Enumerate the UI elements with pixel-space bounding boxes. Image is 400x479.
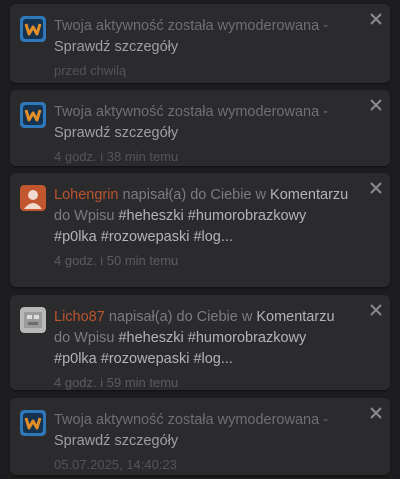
comment-link[interactable]: Komentarzu xyxy=(270,187,348,203)
close-icon[interactable] xyxy=(369,12,383,26)
notification-text: Licho87 napisał(a) do Ciebie w Komentarz… xyxy=(54,307,350,370)
notification-card[interactable]: Twoja aktywność została wymoderowana - S… xyxy=(10,398,390,475)
notification-time: 4 godz. i 38 min temu xyxy=(54,149,179,164)
username-link[interactable]: Lohengrin xyxy=(54,187,119,203)
notification-card[interactable]: Lohengrin napisał(a) do Ciebie w Komenta… xyxy=(10,173,390,287)
mention-text: napisał(a) do Ciebie w xyxy=(104,309,257,325)
notification-text: Twoja aktywność została wymoderowana - S… xyxy=(54,102,350,144)
moderation-message: Twoja aktywność została wymoderowana - xyxy=(54,412,329,428)
notification-text: Lohengrin napisał(a) do Ciebie w Komenta… xyxy=(54,185,350,248)
wykop-logo-icon xyxy=(20,410,46,436)
notification-text: Twoja aktywność została wymoderowana - S… xyxy=(54,16,350,58)
comment-link[interactable]: Komentarzu xyxy=(256,309,334,325)
wykop-logo-icon xyxy=(20,16,46,42)
wykop-logo-icon xyxy=(20,102,46,128)
details-link[interactable]: Sprawdź szczegóły xyxy=(54,433,178,449)
user-avatar-icon xyxy=(20,307,46,333)
notification-time: 4 godz. i 59 min temu xyxy=(54,375,179,390)
mention-text: napisał(a) do Ciebie w xyxy=(118,187,271,203)
post-text: do Wpisu xyxy=(54,208,119,224)
default-user-avatar-icon xyxy=(20,185,46,211)
username-link[interactable]: Licho87 xyxy=(54,309,105,325)
notification-time: 4 godz. i 50 min temu xyxy=(54,253,179,268)
moderation-message: Twoja aktywność została wymoderowana - xyxy=(54,18,329,34)
moderation-message: Twoja aktywność została wymoderowana - xyxy=(54,104,329,120)
close-icon[interactable] xyxy=(369,181,383,195)
notification-time: przed chwilą xyxy=(54,63,127,78)
notification-list: Twoja aktywność została wymoderowana - S… xyxy=(0,0,400,479)
notification-card[interactable]: Twoja aktywność została wymoderowana - S… xyxy=(10,90,390,166)
details-link[interactable]: Sprawdź szczegóły xyxy=(54,125,178,141)
details-link[interactable]: Sprawdź szczegóły xyxy=(54,39,178,55)
notification-card[interactable]: Licho87 napisał(a) do Ciebie w Komentarz… xyxy=(10,295,390,390)
notification-time: 05.07.2025, 14:40:23 xyxy=(54,457,177,472)
close-icon[interactable] xyxy=(369,406,383,420)
close-icon[interactable] xyxy=(369,303,383,317)
notification-card[interactable]: Twoja aktywność została wymoderowana - S… xyxy=(10,4,390,83)
close-icon[interactable] xyxy=(369,98,383,112)
post-text: do Wpisu xyxy=(54,330,119,346)
notification-text: Twoja aktywność została wymoderowana - S… xyxy=(54,410,350,452)
